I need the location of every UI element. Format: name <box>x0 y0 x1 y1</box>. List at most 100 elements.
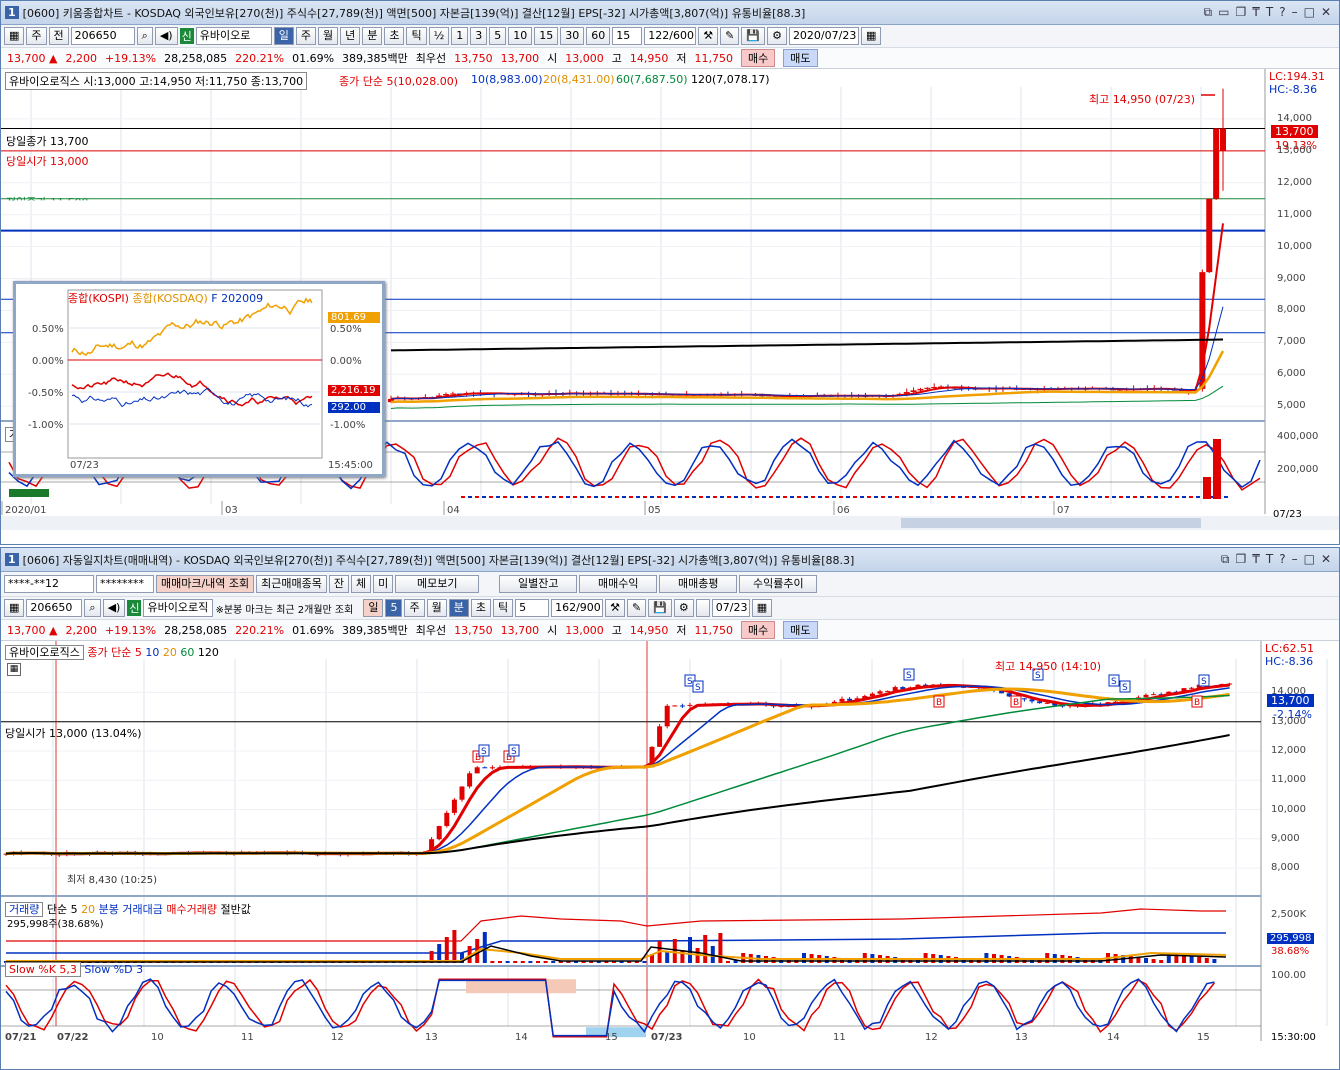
day-count-select[interactable]: 5 <box>385 599 403 617</box>
password-input[interactable]: ******** <box>96 575 154 593</box>
period-month[interactable]: 월 <box>317 27 339 45</box>
half-button[interactable]: ½ <box>428 27 450 45</box>
tools-icon[interactable]: ⚒ <box>698 27 719 45</box>
search-icon[interactable]: ⌕ <box>136 27 153 45</box>
save-icon-2[interactable]: 💾 <box>648 599 672 617</box>
period-day[interactable]: 일 <box>273 27 294 45</box>
count-input-2[interactable]: 162/900 <box>551 599 604 617</box>
price-chart[interactable]: 유바이오로직스 시:13,000 고:14,950 저:11,750 종:13,… <box>1 69 1339 544</box>
open-price: 13,000 <box>565 51 604 65</box>
filled-button[interactable]: 체 <box>351 575 372 593</box>
period-minute-2[interactable]: 분 <box>448 599 469 617</box>
link-icon-2[interactable]: ⧉ <box>1221 552 1230 567</box>
memo-button[interactable]: 메모보기 <box>395 575 480 593</box>
close-icon-2[interactable]: ✕ <box>1321 552 1331 567</box>
window-number-2: 1 <box>5 553 19 566</box>
search-icon-2[interactable]: ⌕ <box>84 599 101 617</box>
sell-button[interactable]: 매도 <box>783 49 818 67</box>
pin-icon-2[interactable]: ₸ <box>1252 552 1260 567</box>
volume-bar <box>1182 496 1186 498</box>
min-3[interactable]: 3 <box>470 27 488 45</box>
minute-select[interactable]: 15 <box>612 27 643 45</box>
speaker-icon-2[interactable]: ◀) <box>102 599 126 617</box>
link-icon[interactable]: ⧉ <box>1204 5 1213 20</box>
balance-button[interactable]: 잔 <box>328 575 350 593</box>
tab-all[interactable]: 전 <box>48 27 69 45</box>
intraday-chart-canvas[interactable]: B BS SSSSB BSSSBS <box>1 641 1339 1045</box>
period-tick[interactable]: 틱 <box>406 27 427 45</box>
min-5[interactable]: 5 <box>489 27 507 45</box>
stock-code-input-2[interactable]: 206650 <box>26 599 83 617</box>
account-select[interactable]: ****-**12 <box>4 575 94 593</box>
sell-marker: S <box>508 744 520 757</box>
trade-profit-button[interactable]: 매매수익 <box>579 575 658 593</box>
maximize-icon-2[interactable]: □ <box>1304 552 1315 567</box>
min-10[interactable]: 10 <box>508 27 533 45</box>
period-week-2[interactable]: 주 <box>404 599 425 617</box>
draw-icon-2[interactable]: ✎ <box>626 599 647 617</box>
minimize-icon-2[interactable]: – <box>1292 552 1298 567</box>
calendar-icon-2[interactable]: ▦ <box>751 599 773 617</box>
tab-week[interactable]: 주 <box>26 27 47 45</box>
date-input[interactable]: 2020/07/23 <box>788 27 859 45</box>
speaker-icon[interactable]: ◀) <box>154 27 178 45</box>
unfilled-button[interactable]: 미 <box>373 575 394 593</box>
period-year[interactable]: 년 <box>340 27 361 45</box>
pin-icon[interactable]: ₸ <box>1252 5 1260 20</box>
draw-icon[interactable]: ✎ <box>720 27 740 45</box>
candle-body <box>444 812 450 827</box>
min-15[interactable]: 15 <box>534 27 559 45</box>
close-icon[interactable]: ✕ <box>1321 5 1331 20</box>
gear-icon-2[interactable]: ⚙ <box>673 599 694 617</box>
date-checkbox[interactable] <box>695 599 710 617</box>
period-month-2[interactable]: 월 <box>426 599 447 617</box>
count-input[interactable]: 122/600 <box>644 27 697 45</box>
minimize-to-tray-icon[interactable]: ▭ <box>1218 5 1229 20</box>
text-icon[interactable]: T <box>1266 5 1273 20</box>
minute-select-2[interactable]: 5 <box>515 599 550 617</box>
help-icon[interactable]: ? <box>1279 5 1285 20</box>
min-1[interactable]: 1 <box>451 27 469 45</box>
min-30[interactable]: 30 <box>560 27 585 45</box>
recent-trades-button[interactable]: 최근매매종목 <box>256 575 327 593</box>
trade-review-button[interactable]: 매매총평 <box>659 575 738 593</box>
period-day-2[interactable]: 일 <box>363 599 384 617</box>
trade-mark-query-button[interactable]: 매매마크/내역 조회 <box>156 575 255 593</box>
stock-code-input[interactable]: 206650 <box>70 27 135 45</box>
sell-button-2[interactable]: 매도 <box>783 621 818 639</box>
grid-icon[interactable]: ▦ <box>4 27 25 45</box>
period-week[interactable]: 주 <box>295 27 316 45</box>
save-icon[interactable]: 💾 <box>741 27 766 45</box>
help-icon-2[interactable]: ? <box>1279 552 1285 567</box>
period-tick-2[interactable]: 틱 <box>492 599 514 617</box>
volume-bar <box>979 496 983 498</box>
return-trend-button[interactable]: 수익률추이 <box>739 575 818 593</box>
sell-marker: S <box>1108 674 1120 687</box>
min-60[interactable]: 60 <box>586 27 611 45</box>
inset-yl-0: 0.50% <box>32 324 64 335</box>
date-input-2[interactable]: 07/23 <box>711 599 750 617</box>
text-icon-2[interactable]: T <box>1266 552 1273 567</box>
grid-icon-2[interactable]: ▦ <box>4 599 25 617</box>
minimize-icon[interactable]: – <box>1292 5 1298 20</box>
period-second[interactable]: 초 <box>384 27 405 45</box>
calendar-icon[interactable]: ▦ <box>860 27 882 45</box>
volume-bar <box>718 933 723 963</box>
volume-bar <box>1203 477 1211 499</box>
volume-bar <box>1105 496 1109 498</box>
restore-icon-2[interactable]: ❐ <box>1235 552 1246 567</box>
candle-body <box>1151 694 1157 696</box>
index-compare-popup[interactable]: 종합(KOSPI) 종합(KOSDAQ) F 202009 0.50% 0.00… <box>13 281 385 477</box>
gear-icon[interactable]: ⚙ <box>767 27 787 45</box>
period-minute[interactable]: 분 <box>362 27 383 45</box>
buy-button-2[interactable]: 매수 <box>741 621 776 639</box>
maximize-icon[interactable]: □ <box>1304 5 1315 20</box>
intraday-chart[interactable]: BBSSSSSBBSSSBS 유바이오로직스 종가 단순 5 10 20 60 … <box>1 641 1339 1045</box>
daily-balance-button[interactable]: 일별잔고 <box>499 575 578 593</box>
volume-bar <box>769 496 773 498</box>
buy-button[interactable]: 매수 <box>741 49 776 67</box>
period-second-2[interactable]: 초 <box>470 599 491 617</box>
tools-icon-2[interactable]: ⚒ <box>605 599 625 617</box>
bid-price-2: 13,700 <box>500 623 540 637</box>
restore-icon[interactable]: ❐ <box>1235 5 1246 20</box>
